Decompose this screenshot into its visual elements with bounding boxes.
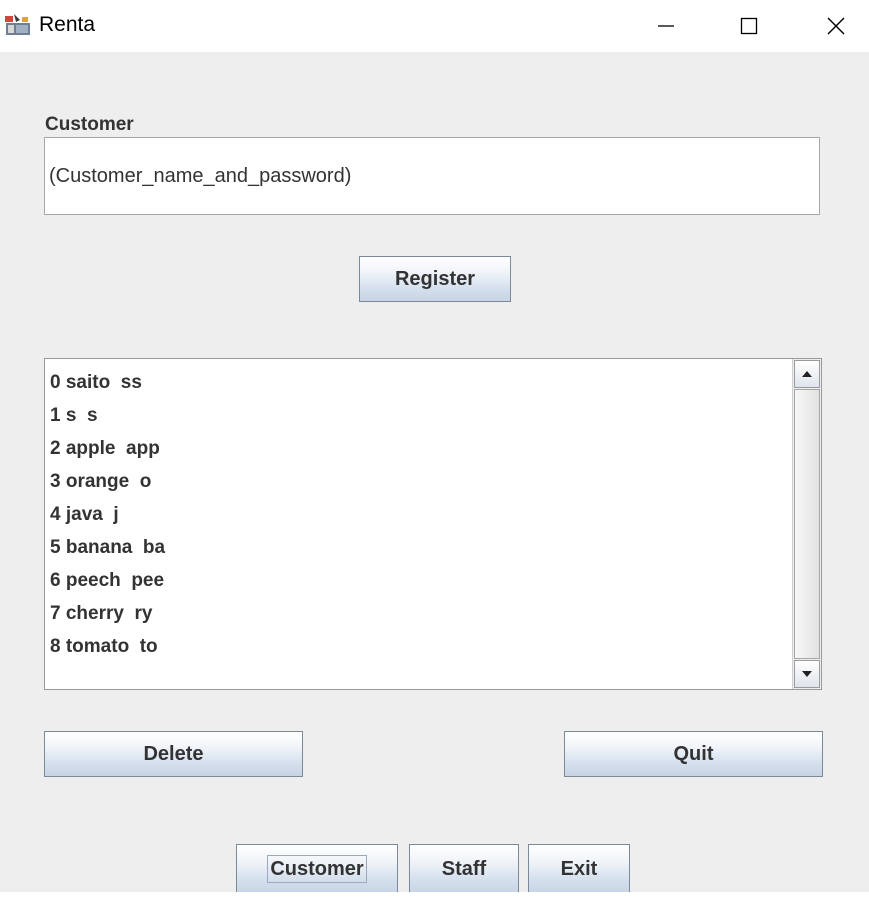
bottom-edge bbox=[0, 892, 869, 897]
scrollbar-thumb[interactable] bbox=[794, 389, 820, 659]
scroll-down-button[interactable] bbox=[794, 660, 820, 688]
register-button[interactable]: Register bbox=[359, 256, 511, 302]
nav-staff-button[interactable]: Staff bbox=[409, 844, 519, 894]
delete-button[interactable]: Delete bbox=[44, 731, 303, 777]
maximize-button[interactable] bbox=[719, 0, 779, 52]
nav-customer-label: Customer bbox=[267, 855, 367, 883]
scroll-up-button[interactable] bbox=[794, 360, 820, 388]
nav-customer-button[interactable]: Customer bbox=[236, 844, 398, 894]
arrow-down-icon bbox=[801, 665, 813, 683]
window-title: Renta bbox=[39, 13, 96, 36]
customer-label: Customer bbox=[45, 114, 134, 135]
minimize-button[interactable] bbox=[636, 0, 696, 52]
vertical-scrollbar[interactable] bbox=[792, 359, 821, 689]
java-app-icon bbox=[4, 12, 32, 38]
list-item[interactable]: 3 orange o bbox=[45, 465, 791, 498]
list-item[interactable]: 6 peech pee bbox=[45, 564, 791, 597]
title-bar: Renta bbox=[0, 0, 869, 52]
list-item[interactable]: 7 cherry ry bbox=[45, 597, 791, 630]
list-item[interactable]: 2 apple app bbox=[45, 432, 791, 465]
list-item[interactable]: 5 banana ba bbox=[45, 531, 791, 564]
close-icon bbox=[826, 16, 846, 36]
list-item[interactable]: 4 java j bbox=[45, 498, 791, 531]
list-item[interactable]: 8 tomato to bbox=[45, 630, 791, 663]
list-item[interactable]: 0 saito ss bbox=[45, 366, 791, 399]
minimize-icon bbox=[657, 17, 675, 35]
arrow-up-icon bbox=[801, 365, 813, 383]
list-item[interactable]: 1 s s bbox=[45, 399, 791, 432]
maximize-icon bbox=[740, 17, 758, 35]
customer-input[interactable] bbox=[44, 137, 820, 215]
list-items: 0 saito ss 1 s s2 apple app 3 orange o4 ja… bbox=[45, 359, 791, 689]
quit-button[interactable]: Quit bbox=[564, 731, 823, 777]
close-button[interactable] bbox=[806, 0, 866, 52]
nav-exit-button[interactable]: Exit bbox=[528, 844, 630, 894]
customer-list[interactable]: 0 saito ss 1 s s2 apple app 3 orange o4 ja… bbox=[44, 358, 822, 690]
